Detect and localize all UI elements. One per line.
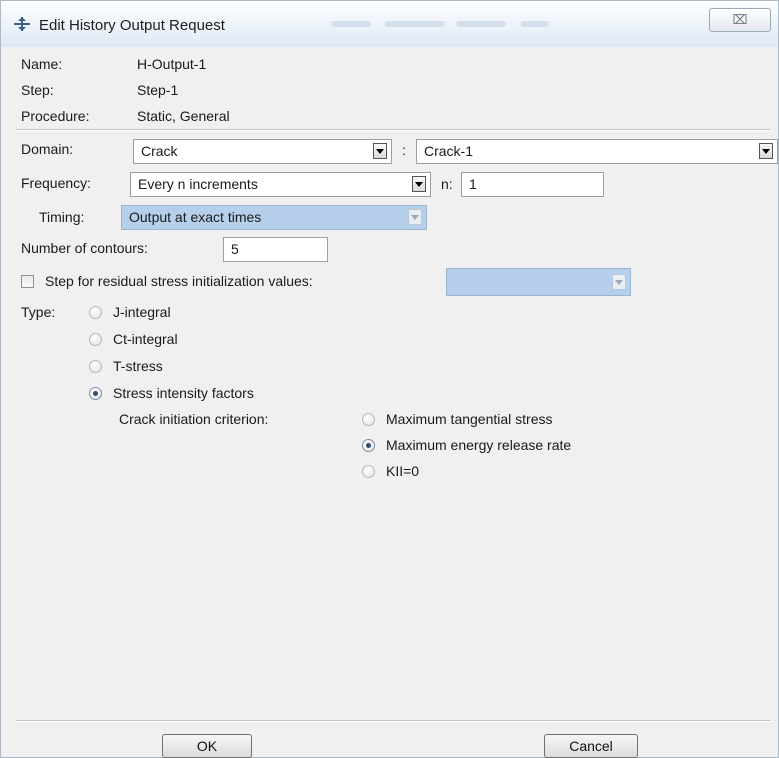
max-tangential-stress-label: Maximum tangential stress xyxy=(386,411,553,427)
timing-select-value: Output at exact times xyxy=(129,209,262,225)
title-blur xyxy=(385,21,445,27)
n-label: n: xyxy=(441,176,453,192)
separator xyxy=(16,720,770,722)
residual-stress-select[interactable] xyxy=(446,268,631,296)
stress-intensity-factors-label: Stress intensity factors xyxy=(113,385,254,401)
crack-select[interactable]: Crack-1 xyxy=(416,139,778,164)
domain-select-value: Crack xyxy=(141,143,178,159)
close-icon: ⌧ xyxy=(732,12,748,27)
ok-button[interactable]: OK xyxy=(162,734,252,758)
frequency-label: Frequency: xyxy=(21,175,92,191)
title-blur xyxy=(331,21,371,27)
cancel-button[interactable]: Cancel xyxy=(544,734,638,758)
crack-select-value: Crack-1 xyxy=(424,143,474,159)
radio-max-tangential-stress[interactable] xyxy=(362,413,375,426)
radio-max-energy-release-rate[interactable] xyxy=(362,439,375,452)
name-value: H-Output-1 xyxy=(137,56,207,72)
residual-stress-label: Step for residual stress initialization … xyxy=(45,273,313,289)
close-button[interactable]: ⌧ xyxy=(709,8,771,32)
chevron-down-icon[interactable] xyxy=(612,274,626,290)
chevron-down-icon[interactable] xyxy=(408,209,422,225)
procedure-value: Static, General xyxy=(137,108,230,124)
radio-stress-intensity-factors[interactable] xyxy=(89,387,102,400)
t-stress-label: T-stress xyxy=(113,358,163,374)
name-label: Name: xyxy=(21,56,63,72)
contours-input[interactable]: 5 xyxy=(223,237,328,262)
step-value: Step-1 xyxy=(137,82,179,98)
kii-zero-label: KII=0 xyxy=(386,463,420,479)
ct-integral-label: Ct-integral xyxy=(113,331,178,347)
radio-t-stress[interactable] xyxy=(89,360,102,373)
timing-select[interactable]: Output at exact times xyxy=(121,205,427,230)
chevron-down-icon[interactable] xyxy=(373,143,387,159)
title-blur xyxy=(456,21,506,27)
frequency-select-value: Every n increments xyxy=(138,176,258,192)
domain-select[interactable]: Crack xyxy=(133,139,392,164)
frequency-select[interactable]: Every n increments xyxy=(130,172,431,197)
residual-stress-checkbox[interactable] xyxy=(21,275,34,288)
move-arrows-icon xyxy=(14,17,30,31)
radio-ct-integral[interactable] xyxy=(89,333,102,346)
dialog-body: Name: H-Output-1 Step: Step-1 Procedure:… xyxy=(2,47,778,758)
separator xyxy=(16,129,770,131)
step-label: Step: xyxy=(21,82,54,98)
crack-initiation-label: Crack initiation criterion: xyxy=(119,411,269,427)
n-input[interactable]: 1 xyxy=(461,172,604,197)
timing-label: Timing: xyxy=(39,209,85,225)
title-bar[interactable]: Edit History Output Request ⌧ xyxy=(1,1,778,47)
max-energy-release-rate-label: Maximum energy release rate xyxy=(386,437,572,453)
contours-label: Number of contours: xyxy=(21,240,148,256)
chevron-down-icon[interactable] xyxy=(412,176,426,192)
title-blur xyxy=(521,21,549,27)
j-integral-label: J-integral xyxy=(113,304,171,320)
radio-kii-zero[interactable] xyxy=(362,465,375,478)
edit-history-output-dialog: Edit History Output Request ⌧ Name: H-Ou… xyxy=(0,0,779,758)
domain-label: Domain: xyxy=(21,141,74,157)
chevron-down-icon[interactable] xyxy=(759,143,773,159)
radio-j-integral[interactable] xyxy=(89,306,102,319)
domain-separator: : xyxy=(402,142,406,158)
procedure-label: Procedure: xyxy=(21,108,90,124)
type-label: Type: xyxy=(21,304,56,320)
dialog-title: Edit History Output Request xyxy=(39,17,225,34)
